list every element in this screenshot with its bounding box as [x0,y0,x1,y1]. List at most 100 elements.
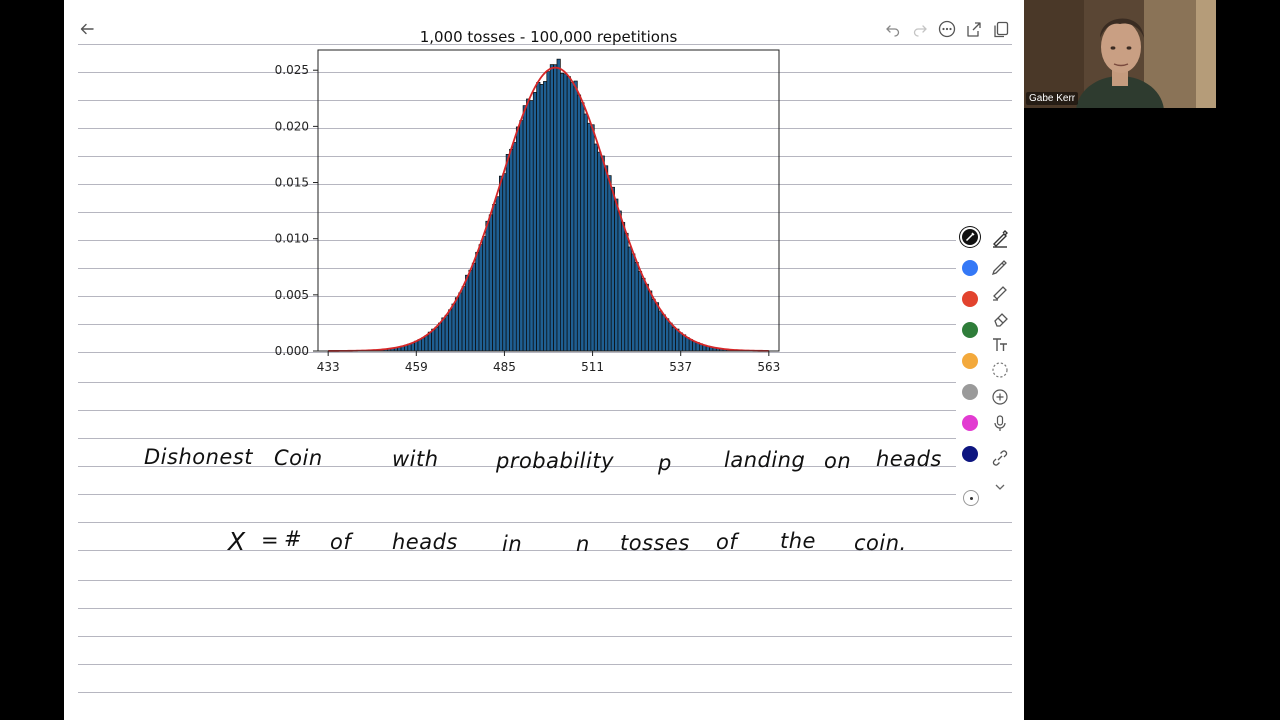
note-word: probability [496,449,615,473]
link-icon[interactable] [990,448,1010,468]
x-tick-label: 563 [757,360,780,374]
histogram-bar [512,142,517,352]
histogram-bar [648,290,653,352]
histogram-bar [549,64,554,352]
y-tick-label: 0.010 [275,232,309,246]
histogram-bar [427,331,432,352]
pen-palette [956,224,1016,506]
histogram-bar [515,126,521,352]
histogram-bar [624,232,629,352]
histogram-bar [661,314,666,352]
histogram-bar [475,251,480,352]
x-tick-label: 459 [405,360,428,374]
histogram-bar [482,236,487,352]
note-word: the [780,529,816,553]
histogram-bar [505,154,510,352]
histogram-bar [421,337,426,352]
histogram-bar [444,314,449,352]
histogram-bar [539,84,544,352]
histogram-bar [529,100,534,352]
histogram-bar [526,98,531,352]
y-tick-label: 0.020 [275,119,309,133]
histogram-bar [437,322,443,352]
histogram-bar [654,302,660,352]
note-word: coin. [854,531,907,555]
histogram-bar [532,92,537,352]
lasso-icon[interactable] [990,360,1010,380]
add-icon[interactable] [990,387,1010,407]
note-word: = [261,528,280,552]
histogram-bar [502,173,507,352]
histogram-bar [641,277,646,352]
pencil-icon[interactable] [990,255,1010,276]
note-word: on [824,449,852,473]
histogram-bar [522,105,527,352]
histogram-bar [621,222,626,352]
participant-video[interactable]: Gabe Kerr [1024,0,1216,108]
histogram-bar [471,262,476,352]
notebook-page[interactable]: 1,000 tosses - 100,000 repetitions 0.000 0… [64,0,1024,720]
histogram-bar [488,214,493,352]
histogram-bar [587,122,592,352]
histogram-bar [576,94,582,352]
chart-svg: 1,000 tosses - 100,000 repetitions 0.000 0… [275,28,781,374]
color-swatch[interactable] [962,291,978,307]
histogram-bar [604,165,609,352]
highlighter-icon[interactable] [990,281,1010,301]
histogram-bar [424,335,429,352]
histogram-bar [671,326,676,352]
histogram-bar [536,82,541,352]
histogram-bar [651,298,656,352]
histogram-bar [556,58,561,352]
histogram-bar [451,303,456,352]
note-word: X [228,527,246,556]
microphone-icon[interactable] [990,413,1010,433]
histogram-bar [434,326,439,352]
duplicate-icon[interactable] [991,16,1010,42]
note-word: with [392,447,439,471]
histogram-bar [614,198,619,352]
color-swatch[interactable] [962,322,978,338]
histogram-bar [627,246,632,352]
color-swatch[interactable] [962,229,978,245]
histogram-bar [658,310,663,352]
histogram-bar [570,82,575,352]
color-swatch[interactable] [962,446,978,462]
y-tick-label: 0.000 [275,344,309,358]
chevron-down-icon[interactable] [990,477,1010,497]
x-tick-label: 433 [317,360,340,374]
histogram-bar [458,292,463,352]
undo-icon[interactable] [883,16,902,42]
note-word: of [716,530,738,554]
text-icon[interactable] [990,334,1010,354]
chart-title: 1,000 tosses - 100,000 repetitions [420,28,678,46]
note-word: heads [876,447,942,471]
histogram-bar [617,210,622,352]
histogram-bar [631,253,636,352]
color-swatch[interactable] [962,384,978,400]
histogram-bar [454,297,460,352]
export-icon[interactable] [964,16,983,42]
histogram-bar [685,337,690,352]
color-swatch[interactable] [962,353,978,369]
histogram-bar [678,332,683,352]
histogram-bar [573,80,578,352]
histogram-bar [441,317,446,352]
more-icon[interactable] [937,16,956,42]
pen-size-icon[interactable] [963,490,979,506]
redo-icon[interactable] [910,16,929,42]
histogram-bar [682,334,687,352]
pen-icon[interactable] [990,228,1010,248]
histogram-bar [688,339,693,352]
histogram-bar [543,81,548,352]
histogram-bar [546,71,551,352]
back-arrow-icon[interactable] [72,14,102,44]
histogram-bar [509,148,514,352]
color-swatch[interactable] [962,415,978,431]
eraser-icon[interactable] [990,307,1010,327]
histogram-bar [607,175,612,352]
histogram-bar [692,341,697,352]
note-word: Dishonest [144,445,254,469]
color-swatch[interactable] [962,260,978,276]
histogram-bar [553,64,558,352]
